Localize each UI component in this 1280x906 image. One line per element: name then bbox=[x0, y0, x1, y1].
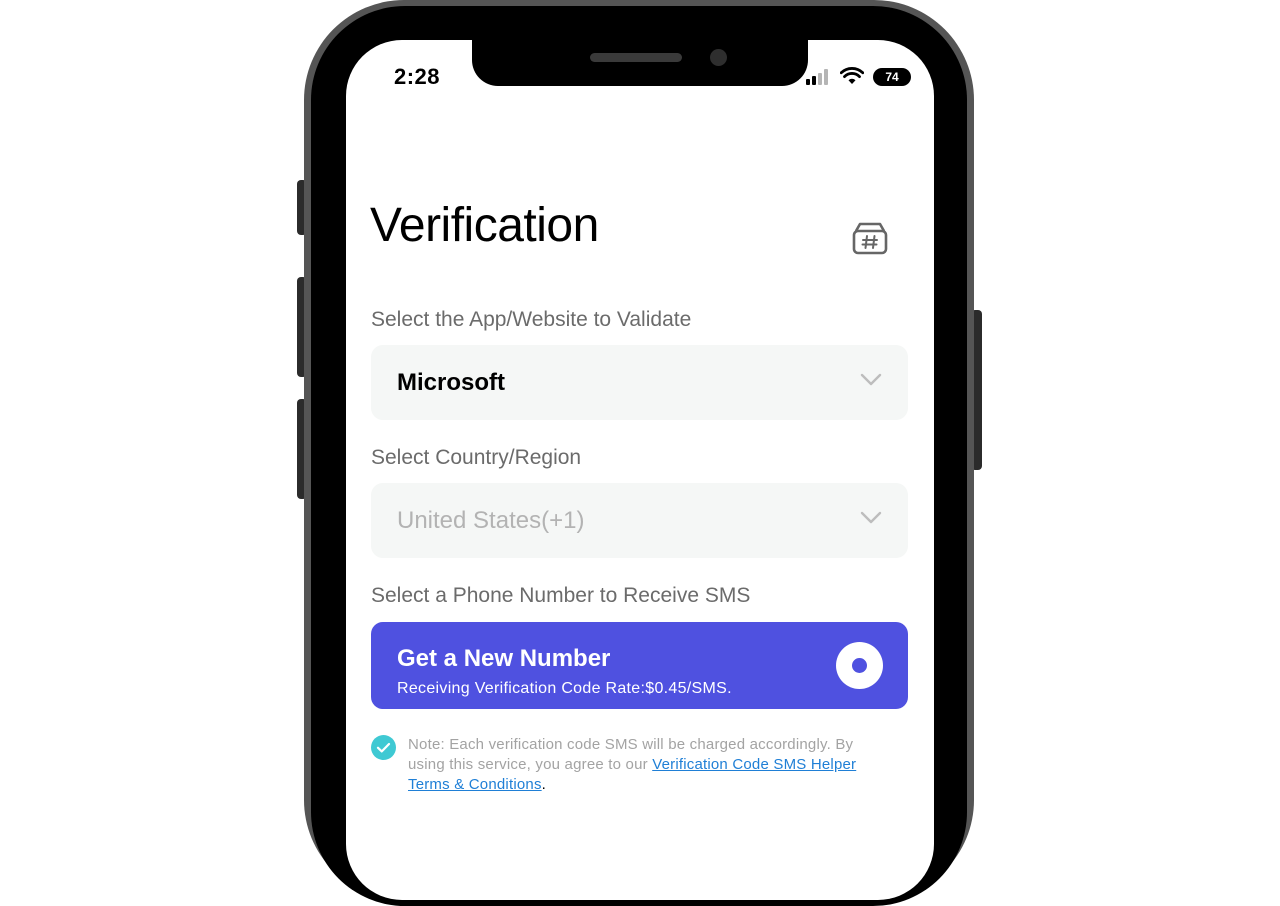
get-new-number-option[interactable]: Get a New Number Receiving Verification … bbox=[371, 622, 908, 709]
wifi-icon bbox=[839, 67, 865, 90]
sms-rate-text: Receiving Verification Code Rate:$0.45/S… bbox=[397, 680, 732, 697]
get-new-number-title: Get a New Number bbox=[397, 645, 611, 672]
status-time: 2:28 bbox=[394, 64, 441, 89]
hash-box-icon[interactable] bbox=[851, 220, 889, 256]
app-select-value: Microsoft bbox=[397, 369, 505, 396]
page-title: Verification bbox=[370, 199, 599, 252]
app-select-dropdown[interactable]: Microsoft bbox=[371, 345, 908, 420]
phone-screen: 2:28 74 Verification Select the App/Webs… bbox=[346, 40, 934, 900]
notch bbox=[472, 40, 808, 86]
app-select-label: Select the App/Website to Validate bbox=[371, 308, 692, 331]
terms-note-end: . bbox=[541, 776, 547, 793]
speaker-grille bbox=[590, 53, 682, 62]
radio-selected-icon[interactable] bbox=[836, 642, 883, 689]
country-select-value: United States(+1) bbox=[397, 507, 585, 534]
chevron-down-icon bbox=[860, 511, 882, 530]
signal-icon bbox=[806, 69, 834, 85]
country-select-label: Select Country/Region bbox=[371, 446, 582, 469]
chevron-down-icon bbox=[860, 373, 882, 392]
terms-note: Note: Each verification code SMS will be… bbox=[408, 735, 888, 795]
front-camera bbox=[710, 49, 727, 66]
phone-select-label: Select a Phone Number to Receive SMS bbox=[371, 584, 751, 607]
radio-dot bbox=[852, 658, 867, 673]
country-select-dropdown[interactable]: United States(+1) bbox=[371, 483, 908, 558]
battery-icon: 74 bbox=[873, 68, 911, 86]
check-circle-icon[interactable] bbox=[371, 735, 396, 760]
